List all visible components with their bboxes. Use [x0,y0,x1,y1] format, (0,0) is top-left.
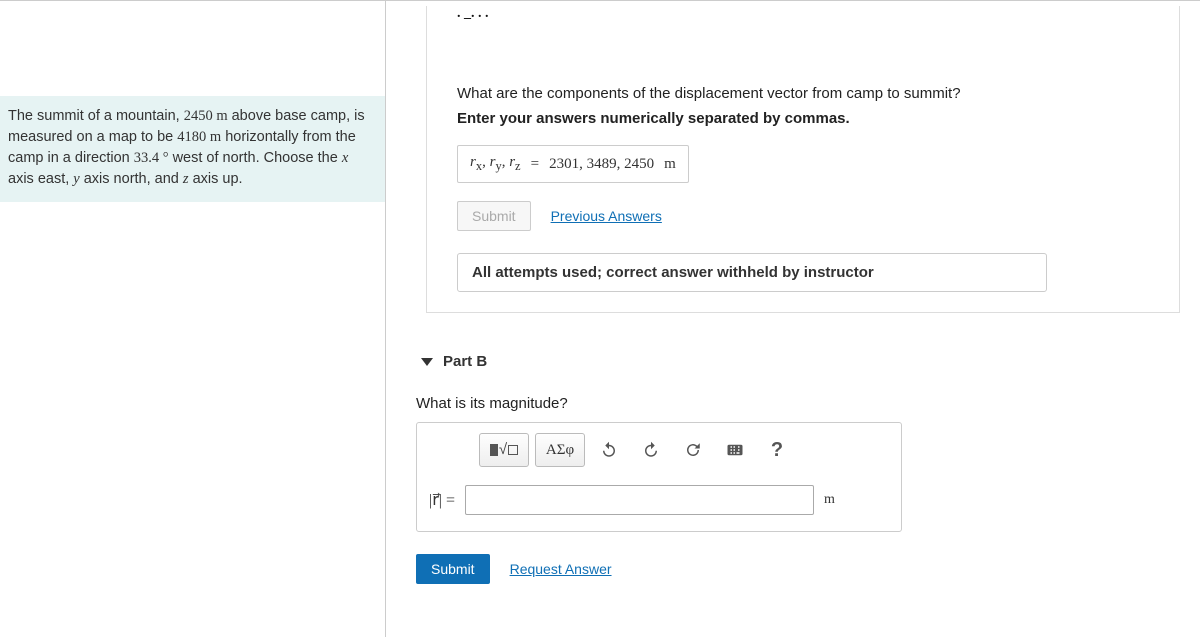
part-b-submit-button[interactable]: Submit [416,554,490,584]
problem-sidebar: The summit of a mountain, 2450 m above b… [0,1,385,637]
reset-button[interactable] [675,434,711,466]
magnitude-label: |r⃗| = [429,490,455,510]
problem-statement: The summit of a mountain, 2450 m above b… [0,96,385,202]
keyboard-button[interactable] [717,434,753,466]
request-answer-link[interactable]: Request Answer [510,561,612,577]
undo-button[interactable] [591,434,627,466]
previous-answers-link[interactable]: Previous Answers [551,208,662,224]
answer-input-panel: √ ΑΣφ [416,422,902,532]
part-b-question: What is its magnitude? [416,395,1170,412]
help-button[interactable]: ? [759,434,795,466]
main-content: . _. . . What are the components of the … [386,1,1200,637]
part-b-header[interactable]: Part B [421,353,1200,370]
templates-button[interactable]: √ [479,433,529,467]
part-a-question: What are the components of the displacem… [457,85,1149,102]
cutoff-text: . _. . . [427,6,1179,30]
part-a-card: . _. . . What are the components of the … [426,6,1180,313]
collapse-icon [421,358,433,366]
redo-button[interactable] [633,434,669,466]
part-a-feedback: All attempts used; correct answer withhe… [457,253,1047,292]
part-a-instruction: Enter your answers numerically separated… [457,110,1149,127]
equation-toolbar: √ ΑΣφ [479,433,889,467]
part-a-answer-display: rx, ry, rz = 2301, 3489, 2450 m [457,145,689,183]
part-b-title: Part B [443,353,487,370]
magnitude-unit: m [824,492,835,508]
part-a-submit-button: Submit [457,201,531,231]
magnitude-input[interactable] [465,485,814,515]
greek-symbols-button[interactable]: ΑΣφ [535,433,585,467]
